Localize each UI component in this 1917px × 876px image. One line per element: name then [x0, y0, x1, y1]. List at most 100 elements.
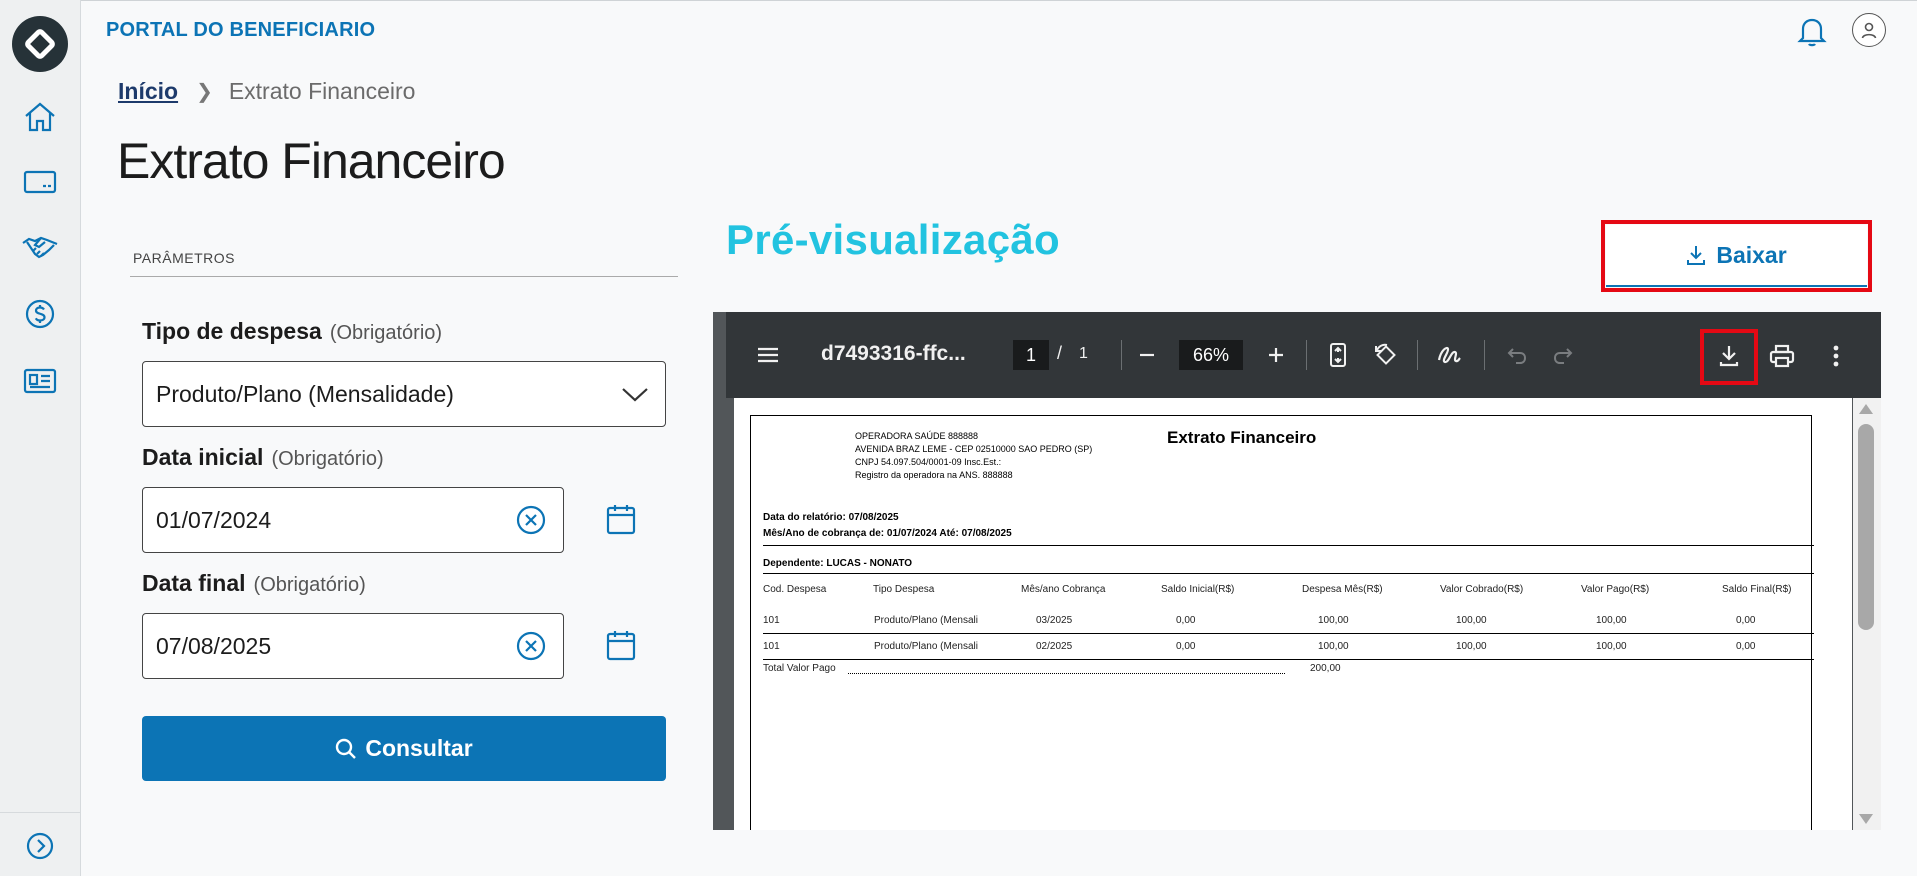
card-icon[interactable]: [20, 162, 60, 202]
table-cell: 0,00: [1176, 615, 1196, 626]
document-list-icon[interactable]: [20, 361, 60, 401]
params-section-label: PARÂMETROS: [133, 250, 235, 266]
dollar-icon[interactable]: [20, 294, 60, 334]
page-title: Extrato Financeiro: [117, 133, 506, 189]
print-icon[interactable]: [1766, 341, 1798, 371]
table-cell: 100,00: [1456, 615, 1487, 626]
table-cell: 100,00: [1318, 615, 1349, 626]
required-hint: (Obrigatório): [329, 322, 443, 344]
chevron-down-icon: [622, 388, 648, 402]
total-label: Total Valor Pago: [763, 663, 836, 674]
calendar-icon[interactable]: [601, 625, 641, 665]
search-icon: [336, 738, 357, 759]
table-cell: 03/2025: [1036, 615, 1073, 626]
column-header: Valor Pago(R$): [1581, 584, 1650, 595]
billing-period: Mês/Ano de cobrança de: 01/07/2024 Até: …: [763, 528, 1012, 539]
operator-line: Registro da operadora na ANS. 888888: [855, 470, 1013, 480]
scroll-up-arrow[interactable]: [1859, 404, 1873, 414]
download-icon: [1687, 246, 1706, 265]
operator-info: OPERADORA SAÚDE 888888 AVENIDA BRAZ LEME…: [855, 430, 1092, 482]
breadcrumb-current: Extrato Financeiro: [228, 78, 416, 104]
table-cell: 0,00: [1176, 641, 1196, 652]
chevron-right-icon: ❯: [196, 81, 213, 103]
data-inicial-label-text: Data inicial: [142, 444, 264, 470]
zoom-input[interactable]: 66%: [1179, 340, 1243, 370]
fit-page-icon[interactable]: [1323, 340, 1353, 370]
pdf-filename: d7493316-ffc...: [821, 342, 966, 365]
pdf-viewer: d7493316-ffc... 1 / 1 66% OPERADORA SAÚD…: [713, 312, 1881, 830]
menu-icon[interactable]: [752, 340, 784, 370]
preview-title: Pré-visualização: [726, 216, 1060, 263]
data-inicial-label: Data inicial (Obrigatório): [142, 444, 384, 471]
table-cell: 100,00: [1596, 615, 1627, 626]
sidebar: [0, 0, 81, 876]
table-cell: Produto/Plano (Mensali: [874, 615, 978, 626]
bell-icon[interactable]: [1795, 14, 1829, 48]
operator-line: AVENIDA BRAZ LEME - CEP 02510000 SAO PED…: [855, 444, 1093, 454]
chevron-right-circle-icon[interactable]: [20, 826, 60, 866]
data-final-input[interactable]: [142, 613, 564, 679]
download-icon[interactable]: [1714, 341, 1744, 371]
baixar-label: Baixar: [1716, 241, 1787, 268]
zoom-out-icon[interactable]: [1132, 340, 1162, 370]
page-separator: /: [1057, 343, 1063, 363]
undo-icon[interactable]: [1502, 340, 1532, 370]
divider: [130, 276, 678, 277]
column-header: Tipo Despesa: [873, 584, 935, 595]
table-cell: 100,00: [1456, 641, 1487, 652]
table-cell: Produto/Plano (Mensali: [874, 641, 978, 652]
user-avatar[interactable]: [1852, 13, 1886, 47]
home-icon[interactable]: [20, 97, 60, 137]
more-options-icon[interactable]: [1821, 341, 1851, 371]
consultar-button[interactable]: Consultar: [142, 716, 666, 781]
required-hint: (Obrigatório): [253, 574, 366, 596]
scroll-thumb[interactable]: [1858, 424, 1874, 630]
table-cell: 100,00: [1596, 641, 1627, 652]
table-cell: 100,00: [1318, 641, 1349, 652]
report-date: Data do relatório: 07/08/2025: [763, 512, 899, 523]
tipo-despesa-value: Produto/Plano (Mensalidade): [156, 380, 454, 407]
tipo-despesa-label-text: Tipo de despesa: [142, 318, 322, 344]
table-cell: 101: [763, 641, 780, 652]
table-cell: 02/2025: [1036, 641, 1073, 652]
zoom-in-icon[interactable]: [1261, 340, 1291, 370]
consultar-label: Consultar: [365, 735, 473, 761]
total-value: 200,00: [1310, 663, 1341, 674]
pdf-page: OPERADORA SAÚDE 888888 AVENIDA BRAZ LEME…: [734, 398, 1852, 830]
column-header: Saldo Inicial(R$): [1161, 584, 1235, 595]
totvs-logo[interactable]: [12, 16, 68, 72]
table-cell: 0,00: [1736, 641, 1756, 652]
clear-icon[interactable]: [514, 629, 548, 663]
redo-icon[interactable]: [1548, 340, 1578, 370]
dependent-name: Dependente: LUCAS - NONATO: [763, 558, 913, 569]
draw-icon[interactable]: [1434, 340, 1464, 370]
tipo-despesa-label: Tipo de despesa (Obrigatório): [142, 318, 442, 345]
operator-line: OPERADORA SAÚDE 888888: [855, 431, 979, 441]
scroll-down-arrow[interactable]: [1859, 814, 1873, 824]
table-cell: 0,00: [1736, 615, 1756, 626]
calendar-icon[interactable]: [601, 499, 641, 539]
breadcrumb-home-link[interactable]: Início: [118, 78, 178, 105]
breadcrumb: Início ❯ Extrato Financeiro: [118, 78, 415, 105]
pdf-toolbar: d7493316-ffc... 1 / 1 66%: [726, 312, 1881, 398]
required-hint: (Obrigatório): [271, 448, 384, 470]
column-header: Valor Cobrado(R$): [1440, 584, 1524, 595]
data-final-label-text: Data final: [142, 570, 246, 596]
document-title: Extrato Financeiro: [1167, 428, 1317, 447]
column-header: Despesa Mês(R$): [1302, 584, 1383, 595]
data-final-label: Data final (Obrigatório): [142, 570, 366, 597]
clear-icon[interactable]: [514, 503, 548, 537]
column-header: Mês/ano Cobrança: [1021, 584, 1106, 595]
app-title: PORTAL DO BENEFICIARIO: [106, 19, 376, 41]
column-header: Cod. Despesa: [763, 584, 827, 595]
column-header: Saldo Final(R$): [1722, 584, 1792, 595]
operator-line: CNPJ 54.097.504/0001-09 Insc.Est.:: [855, 457, 1002, 467]
baixar-button[interactable]: Baixar: [1606, 225, 1867, 287]
data-inicial-input[interactable]: [142, 487, 564, 553]
page-total: 1: [1079, 345, 1088, 362]
rotate-icon[interactable]: [1371, 340, 1401, 370]
tipo-despesa-select[interactable]: Produto/Plano (Mensalidade): [142, 361, 666, 427]
table-cell: 101: [763, 615, 780, 626]
handshake-icon[interactable]: [20, 228, 60, 268]
page-number-input[interactable]: 1: [1013, 340, 1049, 370]
